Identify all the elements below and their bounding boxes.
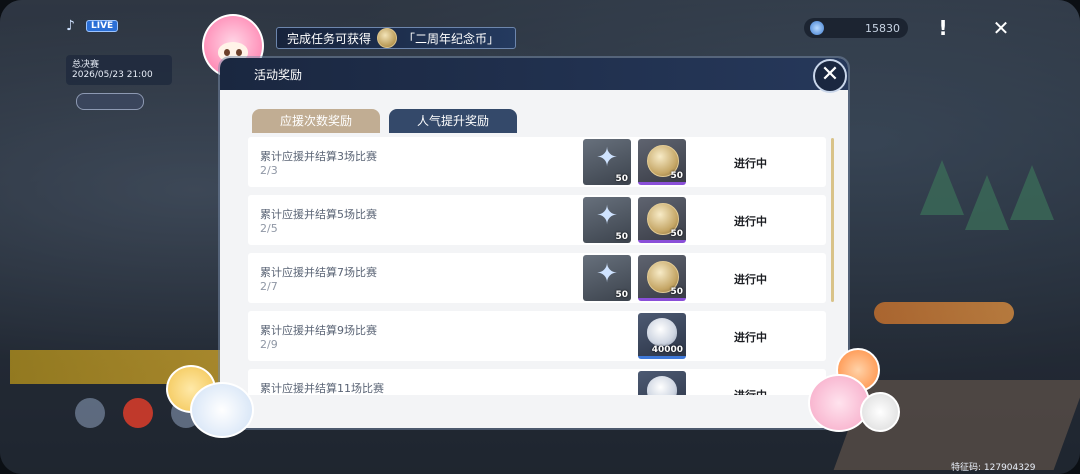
- reward-item-qty: 50: [670, 171, 683, 181]
- quest-banner-reward: 「二周年纪念币」: [403, 31, 500, 46]
- tree-decoration: [920, 160, 964, 215]
- match-detail-button[interactable]: [874, 302, 1014, 324]
- reward-item-qty: 50: [670, 229, 683, 239]
- reward-row-status: 进行中: [734, 387, 767, 395]
- quest-banner-text: 完成任务可获得: [287, 31, 372, 46]
- tab-support-count[interactable]: 应援次数奖励: [252, 109, 380, 133]
- reward-row-title: 累计应援并结算5场比赛: [260, 208, 377, 221]
- reward-item[interactable]: ✦ 50: [583, 197, 631, 243]
- shell-icon: [647, 318, 677, 346]
- reward-item[interactable]: ✦ 50: [583, 255, 631, 301]
- match-info: 总决赛 2026/05/23 21:00: [66, 55, 172, 85]
- reward-row-progress: 2/3: [260, 164, 278, 177]
- reward-item[interactable]: 50: [638, 255, 686, 301]
- dock-item[interactable]: [118, 398, 158, 428]
- popularity-icon: [75, 398, 105, 428]
- tree-decoration: [965, 175, 1009, 230]
- anniversary-coin-icon: [377, 28, 398, 48]
- info-icon[interactable]: !: [932, 17, 954, 39]
- reward-item-qty: 40000: [651, 345, 683, 355]
- star-crystal-icon: ✦: [596, 143, 618, 173]
- quest-banner: 完成任务可获得 「二周年纪念币」: [276, 27, 516, 49]
- reward-item-qty: 50: [615, 290, 628, 300]
- reward-item-qty: 50: [670, 287, 683, 297]
- reward-item[interactable]: 40000: [638, 313, 686, 359]
- close-icon[interactable]: ✕: [990, 17, 1012, 39]
- gift-icon: [123, 398, 153, 428]
- currency-value: 15830: [865, 21, 900, 35]
- reward-row-title: 累计应援并结算11场比赛: [260, 382, 384, 395]
- reward-row-progress: 2/5: [260, 222, 278, 235]
- currency-display: 15830: [804, 18, 908, 38]
- reward-list[interactable]: 累计应援并结算3场比赛 2/3 ✦ 50 50 进行中 累计应援并结算5场比赛 …: [236, 133, 834, 395]
- modal-title: 活动奖励: [254, 68, 303, 82]
- reward-row-status: 进行中: [734, 273, 767, 286]
- modal-close-button[interactable]: ✕: [813, 59, 847, 93]
- reward-row: 累计应援并结算3场比赛 2/3 ✦ 50 50 进行中: [248, 137, 826, 187]
- reward-item[interactable]: [638, 371, 686, 395]
- star-crystal-icon: ✦: [596, 201, 618, 231]
- crystal-currency-icon: [810, 21, 824, 35]
- reward-row-status: 进行中: [734, 331, 767, 344]
- reward-row-progress: 2/7: [260, 280, 278, 293]
- reward-row-progress: 2/9: [260, 338, 278, 351]
- match-date: 2026/05/23 21:00: [72, 70, 153, 80]
- reward-row: 累计应援并结算9场比赛 2/9 40000 进行中: [248, 311, 826, 361]
- reward-row-status: 进行中: [734, 157, 767, 170]
- star-crystal-icon: ✦: [596, 259, 618, 289]
- reward-item-qty: 50: [615, 174, 628, 184]
- modal-header: 活动奖励: [220, 58, 848, 90]
- reward-row-status: 进行中: [734, 215, 767, 228]
- reward-row-title: 累计应援并结算7场比赛: [260, 266, 377, 279]
- match-name: 总决赛: [72, 60, 100, 70]
- live-logo: ♪ LIVE: [66, 17, 119, 35]
- shell-icon: [647, 376, 677, 395]
- mascot-eye: [224, 49, 230, 56]
- reward-item[interactable]: ✦ 50: [583, 139, 631, 185]
- tree-decoration: [1010, 165, 1054, 220]
- reward-item-qty: 50: [615, 232, 628, 242]
- reward-row: 累计应援并结算7场比赛 2/7 ✦ 50 50 进行中: [248, 253, 826, 303]
- reward-row-title: 累计应援并结算9场比赛: [260, 324, 377, 337]
- fan-id: 特征码: 127904329: [951, 463, 1036, 473]
- music-note-icon: ♪: [66, 18, 75, 34]
- live-badge: LIVE: [86, 20, 119, 32]
- mascot-eye: [236, 49, 242, 56]
- chibi-white-avatar: [190, 382, 254, 438]
- reward-row: 累计应援并结算5场比赛 2/5 ✦ 50 50 进行中: [248, 195, 826, 245]
- chibi-grey-avatar: [860, 392, 900, 432]
- reward-item[interactable]: 50: [638, 139, 686, 185]
- reward-item[interactable]: 50: [638, 197, 686, 243]
- reward-list-scrollbar[interactable]: [831, 138, 834, 302]
- reward-row-title: 累计应援并结算3场比赛: [260, 150, 377, 163]
- tab-popularity[interactable]: 人气提升奖励: [389, 109, 517, 133]
- dock-item[interactable]: [70, 398, 110, 428]
- reward-row: 累计应援并结算11场比赛 进行中: [248, 369, 826, 395]
- view-match-button[interactable]: [76, 93, 144, 110]
